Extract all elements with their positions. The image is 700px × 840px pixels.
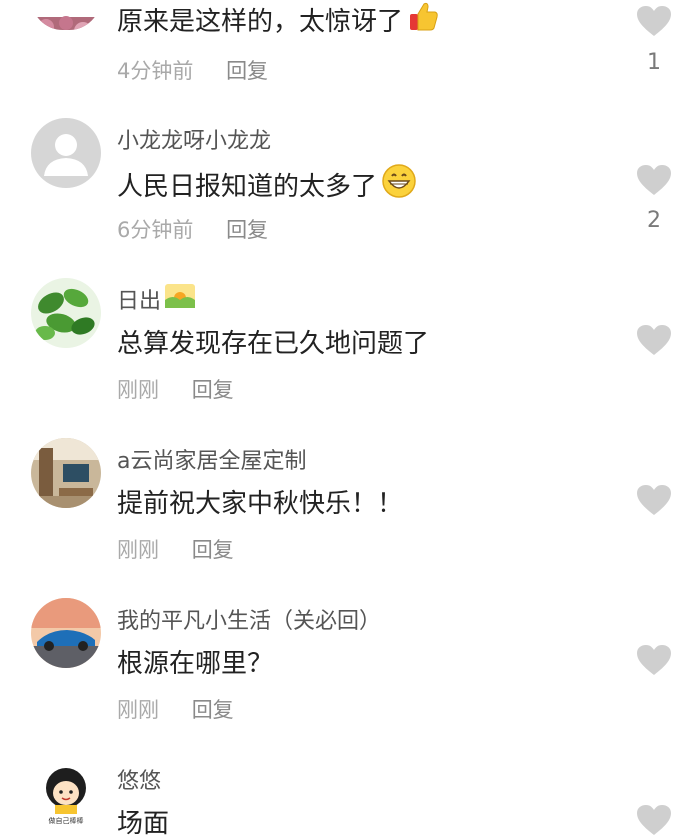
- comment-text: 场面: [117, 809, 170, 839]
- comment-username[interactable]: 小龙龙呀小龙龙: [117, 123, 271, 155]
- sunrise-icon: [165, 284, 196, 314]
- comment-item: 做自己棒棒 悠悠 场面: [0, 640, 700, 839]
- comment-item: a云尚家居全屋定制 提前祝大家中秋快乐！！ 刚刚 回复: [0, 320, 700, 562]
- comment-item: 日出 总算发现存在已久地问题了 刚刚 回复: [0, 160, 700, 402]
- comment-username[interactable]: 我的平凡小生活（关必回）: [117, 603, 381, 635]
- comment-item: 我的平凡小生活（关必回） 根源在哪里？ 刚刚 回复: [0, 480, 700, 722]
- avatar[interactable]: 做自己棒棒: [31, 758, 101, 828]
- heart-icon[interactable]: [636, 804, 672, 836]
- comment-username[interactable]: 悠悠: [117, 763, 161, 795]
- comment-item: 小龙龙呀小龙龙 人民日报知道的太多了 6分钟前 回复 2: [0, 0, 700, 242]
- avatar-cartoon-girl-image: 做自己棒棒: [31, 758, 101, 828]
- comment-username[interactable]: a云尚家居全屋定制: [117, 443, 306, 475]
- comment-username[interactable]: 日出: [117, 283, 196, 315]
- svg-text:做自己棒棒: 做自己棒棒: [49, 816, 84, 825]
